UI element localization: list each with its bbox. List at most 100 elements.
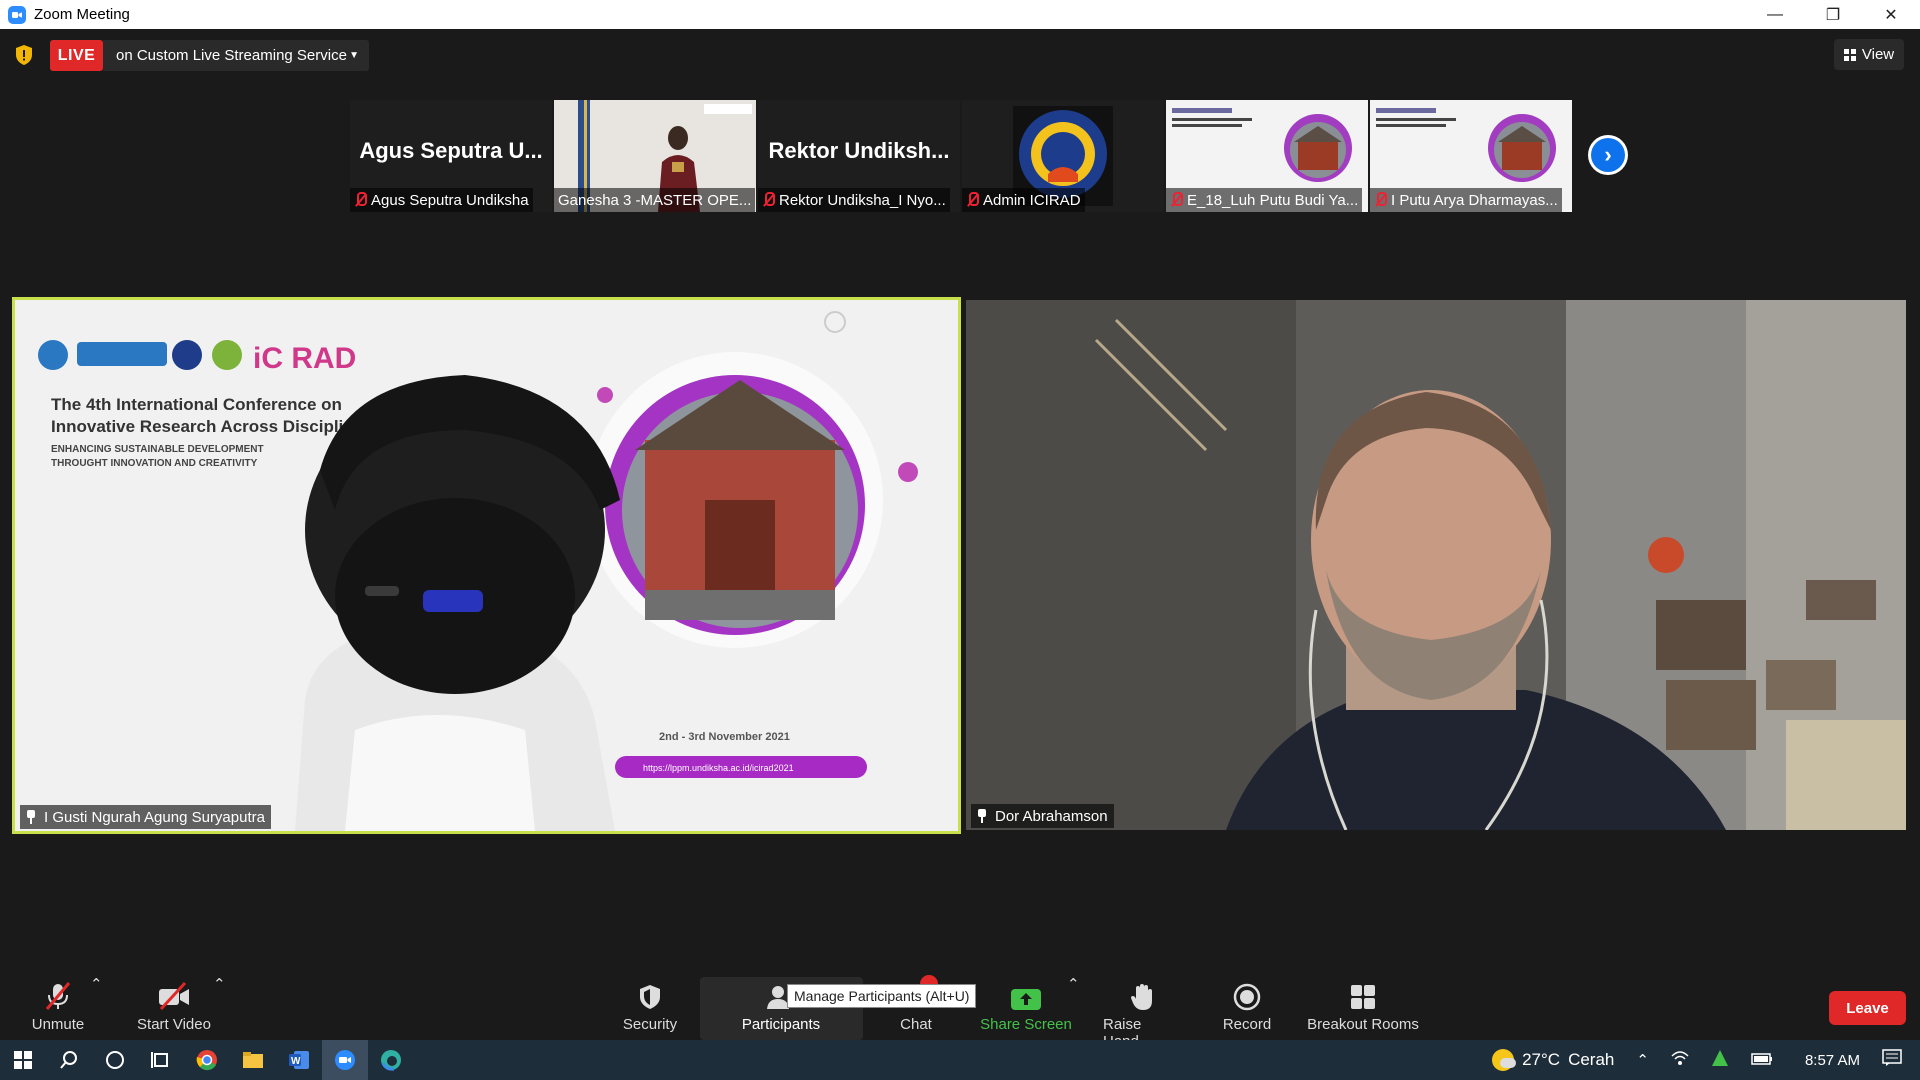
view-label: View	[1861, 46, 1895, 63]
slide-subtitle-2: THROUGHT INNOVATION AND CREATIVITY	[51, 458, 258, 469]
participant-thumbnail-strip: Agus Seputra U... Agus Seputra Undiksha …	[350, 100, 1572, 212]
search-icon[interactable]	[46, 1040, 92, 1080]
weather-widget[interactable]: 27°C Cerah	[1492, 1049, 1614, 1071]
chrome-icon[interactable]	[184, 1040, 230, 1080]
slide-date: 2nd - 3rd November 2021	[659, 731, 790, 743]
participant-video-feed	[966, 300, 1906, 830]
participant-thumbnail[interactable]: Ganesha 3 -MASTER OPE...	[554, 100, 756, 212]
audio-options-button[interactable]: ⌃	[90, 975, 103, 993]
security-label: Security	[622, 1016, 678, 1033]
pin-icon	[26, 810, 36, 824]
system-tray: 27°C Cerah ⌃ 8:57 AM	[1492, 1040, 1920, 1080]
svg-text:W: W	[291, 1056, 301, 1067]
slide-heading-2: Innovative Research Across Discipli	[51, 417, 343, 436]
minimize-button[interactable]: —	[1746, 0, 1804, 29]
zoom-app-icon	[8, 5, 26, 24]
file-explorer-icon[interactable]	[230, 1040, 276, 1080]
pin-icon	[977, 809, 987, 823]
video-options-button[interactable]: ⌃	[213, 975, 226, 993]
breakout-rooms-icon	[1349, 977, 1377, 1011]
chat-label: Chat	[900, 1016, 932, 1033]
window-title: Zoom Meeting	[34, 6, 130, 23]
task-view-icon[interactable]	[138, 1040, 184, 1080]
share-screen-button[interactable]: Share Screen	[980, 977, 1072, 1033]
participant-thumbnail[interactable]: Agus Seputra U... Agus Seputra Undiksha	[350, 100, 552, 212]
start-video-button[interactable]: Start Video	[133, 977, 215, 1033]
participants-tooltip: Manage Participants (Alt+U)	[787, 984, 977, 1008]
breakout-rooms-label: Breakout Rooms	[1307, 1016, 1419, 1033]
participant-name: Ganesha 3 -MASTER OPE...	[558, 191, 752, 209]
mic-muted-icon	[1170, 192, 1183, 208]
participant-thumbnail[interactable]: I Putu Arya Dharmayas...	[1370, 100, 1572, 212]
slide-heading-1: The 4th International Conference on	[51, 395, 342, 414]
breakout-rooms-button[interactable]: Breakout Rooms	[1307, 977, 1419, 1033]
participant-name-label: I Gusti Ngurah Agung Suryaputra	[20, 805, 271, 829]
participant-name-label: Agus Seputra Undiksha	[350, 188, 533, 212]
edge-icon[interactable]	[368, 1040, 414, 1080]
leave-button[interactable]: Leave	[1829, 991, 1906, 1025]
participant-name: Admin ICIRAD	[983, 191, 1081, 209]
participant-name-label: Ganesha 3 -MASTER OPE...	[554, 188, 756, 212]
start-video-label: Start Video	[137, 1016, 211, 1033]
word-icon[interactable]: W	[276, 1040, 322, 1080]
grid-view-icon	[1843, 48, 1856, 61]
participant-name: Rektor Undiksha_I Nyo...	[779, 191, 946, 209]
live-stream-dropdown[interactable]: on Custom Live Streaming Service ▼	[103, 40, 369, 71]
wifi-icon[interactable]	[1671, 1050, 1689, 1070]
windows-taskbar: W 27°C Cerah ⌃ 8:57 AM	[0, 1040, 1920, 1080]
shield-icon	[637, 977, 663, 1011]
next-page-button[interactable]: ›	[1588, 135, 1628, 175]
participant-name-label: Admin ICIRAD	[962, 188, 1085, 212]
participant-thumbnail[interactable]: E_18_Luh Putu Budi Ya...	[1166, 100, 1368, 212]
chevron-down-icon: ▼	[349, 50, 359, 61]
security-button[interactable]: Security	[621, 977, 679, 1033]
close-button[interactable]: ✕	[1862, 0, 1920, 29]
participant-thumbnail[interactable]: Admin ICIRAD	[962, 100, 1164, 212]
slide-subtitle-1: ENHANCING SUSTAINABLE DEVELOPMENT	[51, 444, 264, 455]
nvidia-icon[interactable]	[1711, 1049, 1729, 1071]
record-button[interactable]: Record	[1221, 977, 1273, 1033]
icirad-logo: iC RAD	[253, 342, 356, 375]
mic-muted-icon	[43, 977, 73, 1011]
windows-start-icon[interactable]	[0, 1040, 46, 1080]
view-button[interactable]: View	[1834, 39, 1904, 70]
participant-name: I Gusti Ngurah Agung Suryaputra	[44, 808, 265, 826]
mic-muted-icon	[354, 192, 367, 208]
participant-name-label: Rektor Undiksha_I Nyo...	[758, 188, 950, 212]
cortana-icon[interactable]	[92, 1040, 138, 1080]
chevron-up-icon[interactable]: ⌃	[1636, 1051, 1649, 1069]
notification-center-icon[interactable]	[1882, 1049, 1902, 1071]
mic-muted-icon	[1374, 192, 1387, 208]
participant-thumbnail[interactable]: Rektor Undiksh... Rektor Undiksha_I Nyo.…	[758, 100, 960, 212]
unmute-button[interactable]: Unmute	[29, 977, 87, 1033]
unmute-label: Unmute	[31, 1016, 85, 1033]
clock[interactable]: 8:57 AM	[1805, 1052, 1860, 1069]
record-label: Record	[1222, 1016, 1272, 1033]
battery-icon[interactable]	[1751, 1052, 1773, 1069]
weather-condition: Cerah	[1568, 1050, 1615, 1069]
mic-muted-icon	[966, 192, 979, 208]
video-off-icon	[157, 977, 191, 1011]
meeting-info-shield-icon[interactable]	[14, 44, 34, 66]
participant-name-label: I Putu Arya Dharmayas...	[1370, 188, 1562, 212]
participant-name-label: E_18_Luh Putu Budi Ya...	[1166, 188, 1363, 212]
participant-name-display: Rektor Undiksh...	[768, 138, 950, 163]
zoom-taskbar-icon[interactable]	[322, 1040, 368, 1080]
chevron-up-icon: ⌃	[90, 976, 103, 993]
raise-hand-icon	[1130, 977, 1154, 1011]
partly-cloudy-icon	[1492, 1049, 1517, 1071]
conference-slide-background: iC RAD The 4th International Conference …	[15, 300, 958, 831]
active-speaker-video[interactable]: iC RAD The 4th International Conference …	[12, 297, 961, 834]
record-icon	[1233, 977, 1261, 1011]
restore-button[interactable]: ❐	[1804, 0, 1862, 29]
chevron-up-icon: ⌃	[213, 976, 226, 993]
slide-url: https://lppm.undiksha.ac.id/icirad2021	[643, 763, 794, 773]
share-options-button[interactable]: ⌃	[1067, 975, 1080, 993]
share-screen-label: Share Screen	[980, 1016, 1072, 1033]
chevron-right-icon: ›	[1591, 138, 1625, 172]
participant-name: E_18_Luh Putu Budi Ya...	[1187, 191, 1359, 209]
participant-video[interactable]: Dor Abrahamson	[966, 300, 1906, 830]
participant-name-label: Dor Abrahamson	[971, 804, 1114, 828]
participants-label: Participants	[741, 1016, 821, 1033]
live-badge[interactable]: LIVE	[50, 40, 103, 71]
